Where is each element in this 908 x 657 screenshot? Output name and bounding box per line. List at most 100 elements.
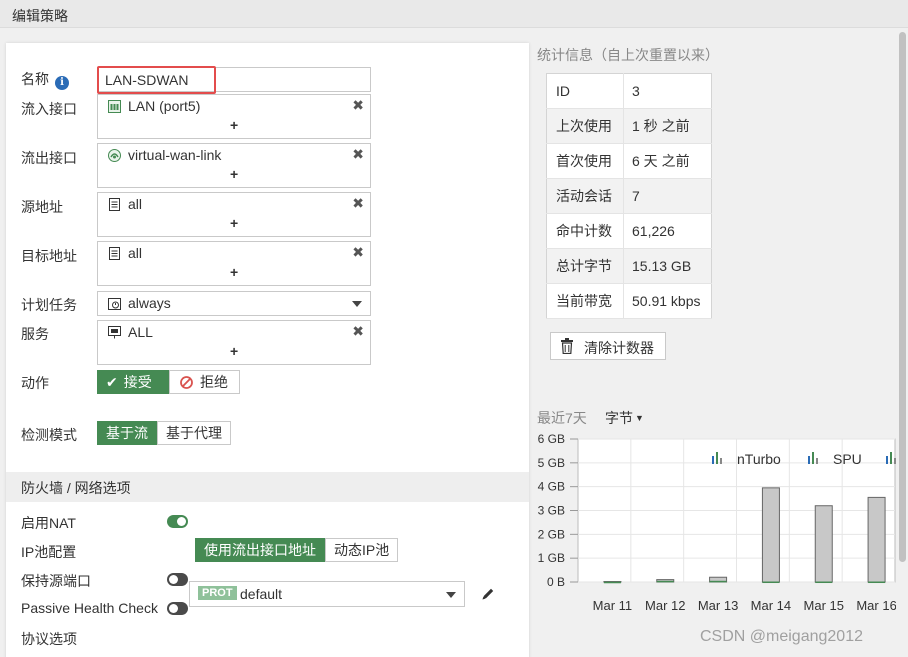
- service-field[interactable]: ALL ✖ +: [97, 320, 371, 365]
- protocol-options-label: 协议选项: [21, 631, 77, 647]
- scrollbar-thumb[interactable]: [899, 32, 906, 562]
- source-address-value: all: [128, 196, 143, 212]
- stat-value: 50.91 kbps: [623, 283, 712, 319]
- schedule-entry: always: [108, 295, 171, 311]
- schedule-select[interactable]: always: [97, 291, 371, 316]
- destination-address-entry: all: [108, 245, 142, 261]
- incoming-interface-field[interactable]: LAN (port5) ✖ +: [97, 94, 371, 139]
- table-row: 总计字节 15.13 GB: [546, 248, 712, 284]
- y-tick-label: 2 GB: [538, 527, 565, 541]
- y-tick-label: 4 GB: [538, 480, 565, 494]
- name-input[interactable]: LAN-SDWAN: [97, 66, 371, 94]
- y-tick-label: 0 B: [547, 575, 565, 589]
- bar-spu: [709, 580, 727, 583]
- health-check-toggle-knob: [169, 604, 178, 613]
- remove-outgoing-icon[interactable]: ✖: [352, 146, 364, 163]
- x-tick-label: Mar 13: [698, 598, 738, 613]
- x-tick-label: Mar 12: [645, 598, 685, 613]
- legend-icon: [712, 456, 714, 464]
- table-row: 首次使用 6 天 之前: [546, 143, 712, 179]
- bar-total: [761, 487, 780, 583]
- health-check-label: Passive Health Check: [21, 600, 158, 616]
- bar-spu: [762, 581, 780, 584]
- stat-value: 7: [623, 178, 712, 214]
- info-icon[interactable]: i: [55, 76, 69, 90]
- add-destination-icon[interactable]: +: [230, 264, 238, 280]
- add-service-icon[interactable]: +: [230, 343, 238, 359]
- schedule-value: always: [128, 295, 171, 311]
- stat-key: 命中计数: [546, 213, 624, 249]
- use-outgoing-address-button[interactable]: 使用流出接口地址: [195, 538, 325, 562]
- prot-badge: PROT: [198, 586, 237, 600]
- y-tick-label: 3 GB: [538, 504, 565, 518]
- x-tick-label: Mar 15: [804, 598, 844, 613]
- bar-total: [867, 496, 886, 583]
- firewall-section-title: 防火墙 / 网络选项: [21, 480, 131, 496]
- schedule-icon: [108, 298, 121, 310]
- source-address-field[interactable]: all ✖ +: [97, 192, 371, 237]
- source-address-entry: all: [108, 196, 142, 212]
- deny-button[interactable]: 拒绝: [169, 370, 240, 394]
- dynamic-ippool-button[interactable]: 动态IP池: [325, 538, 399, 562]
- add-incoming-icon[interactable]: +: [230, 117, 238, 133]
- address-icon: [109, 198, 120, 211]
- accept-button[interactable]: ✔ 接受: [97, 370, 169, 394]
- accept-label: 接受: [123, 374, 152, 390]
- legend-icon: [716, 452, 718, 464]
- clear-counters-button[interactable]: 清除计数器: [550, 332, 666, 360]
- stats-table: ID 3 上次使用 1 秒 之前 首次使用 6 天 之前 活动会话 7 命中计数 61,2…: [546, 73, 712, 319]
- interface-icon: [108, 100, 121, 113]
- clear-counters-label: 清除计数器: [584, 340, 654, 356]
- outgoing-interface-field[interactable]: virtual-wan-link ✖ +: [97, 143, 371, 188]
- firewall-section-header: 防火墙 / 网络选项: [6, 472, 529, 502]
- stat-key: 活动会话: [546, 178, 624, 214]
- y-axis-ticks: 0 B 1 GB 2 GB 3 GB 4 GB 5 GB 6 GB: [538, 432, 578, 589]
- table-row: 上次使用 1 秒 之前: [546, 108, 712, 144]
- ippool-toggle: 使用流出接口地址 动态IP池: [195, 538, 399, 562]
- bytes-bar-chart: 0 B 1 GB 2 GB 3 GB 4 GB 5 GB 6 GB Mar 11 Mar 12…: [538, 432, 896, 613]
- chevron-down-icon[interactable]: [352, 301, 362, 307]
- edit-pencil-icon[interactable]: [480, 586, 496, 602]
- legend-label: SPU: [833, 451, 862, 467]
- vertical-scrollbar[interactable]: [897, 30, 908, 657]
- remove-service-icon[interactable]: ✖: [352, 323, 364, 340]
- preserve-port-label: 保持源端口: [21, 573, 91, 589]
- legend-icon: [894, 458, 896, 464]
- stat-value: 1 秒 之前: [623, 108, 712, 144]
- table-row: 命中计数 61,226: [546, 213, 712, 249]
- caret-down-icon: ▼: [635, 413, 644, 423]
- outgoing-interface-value: virtual-wan-link: [128, 147, 222, 163]
- nat-label: 启用NAT: [21, 515, 76, 531]
- preserve-port-toggle[interactable]: [167, 573, 188, 586]
- name-value: LAN-SDWAN: [105, 72, 189, 88]
- chart-metric-label: 字节: [605, 410, 633, 426]
- chevron-down-icon[interactable]: [446, 592, 456, 598]
- add-outgoing-icon[interactable]: +: [230, 166, 238, 182]
- bar-spu: [603, 581, 621, 584]
- stat-value: 6 天 之前: [623, 143, 712, 179]
- incoming-interface-value: LAN (port5): [128, 98, 201, 114]
- flow-based-button[interactable]: 基于流: [97, 421, 157, 445]
- proxy-based-button[interactable]: 基于代理: [157, 421, 231, 445]
- protocol-options-value: default: [240, 586, 283, 602]
- service-icon: [108, 326, 121, 339]
- check-icon: ✔: [106, 374, 118, 390]
- health-check-toggle[interactable]: [167, 602, 188, 615]
- destination-address-field[interactable]: all ✖ +: [97, 241, 371, 286]
- deny-icon: [180, 376, 193, 389]
- window-title: 编辑策略: [12, 8, 68, 24]
- x-tick-label: Mar 14: [751, 598, 791, 613]
- x-tick-label: Mar 16: [856, 598, 896, 613]
- nat-toggle[interactable]: [167, 515, 188, 528]
- trash-icon: [561, 338, 573, 354]
- protocol-options-select[interactable]: PROT default: [189, 581, 465, 607]
- remove-incoming-icon[interactable]: ✖: [352, 97, 364, 114]
- remove-source-icon[interactable]: ✖: [352, 195, 364, 212]
- add-source-icon[interactable]: +: [230, 215, 238, 231]
- y-tick-label: 6 GB: [538, 432, 565, 446]
- stat-key: 总计字节: [546, 248, 624, 284]
- schedule-label: 计划任务: [21, 297, 77, 313]
- sdwan-icon: [108, 149, 121, 162]
- remove-destination-icon[interactable]: ✖: [352, 244, 364, 261]
- nat-toggle-knob: [177, 517, 186, 526]
